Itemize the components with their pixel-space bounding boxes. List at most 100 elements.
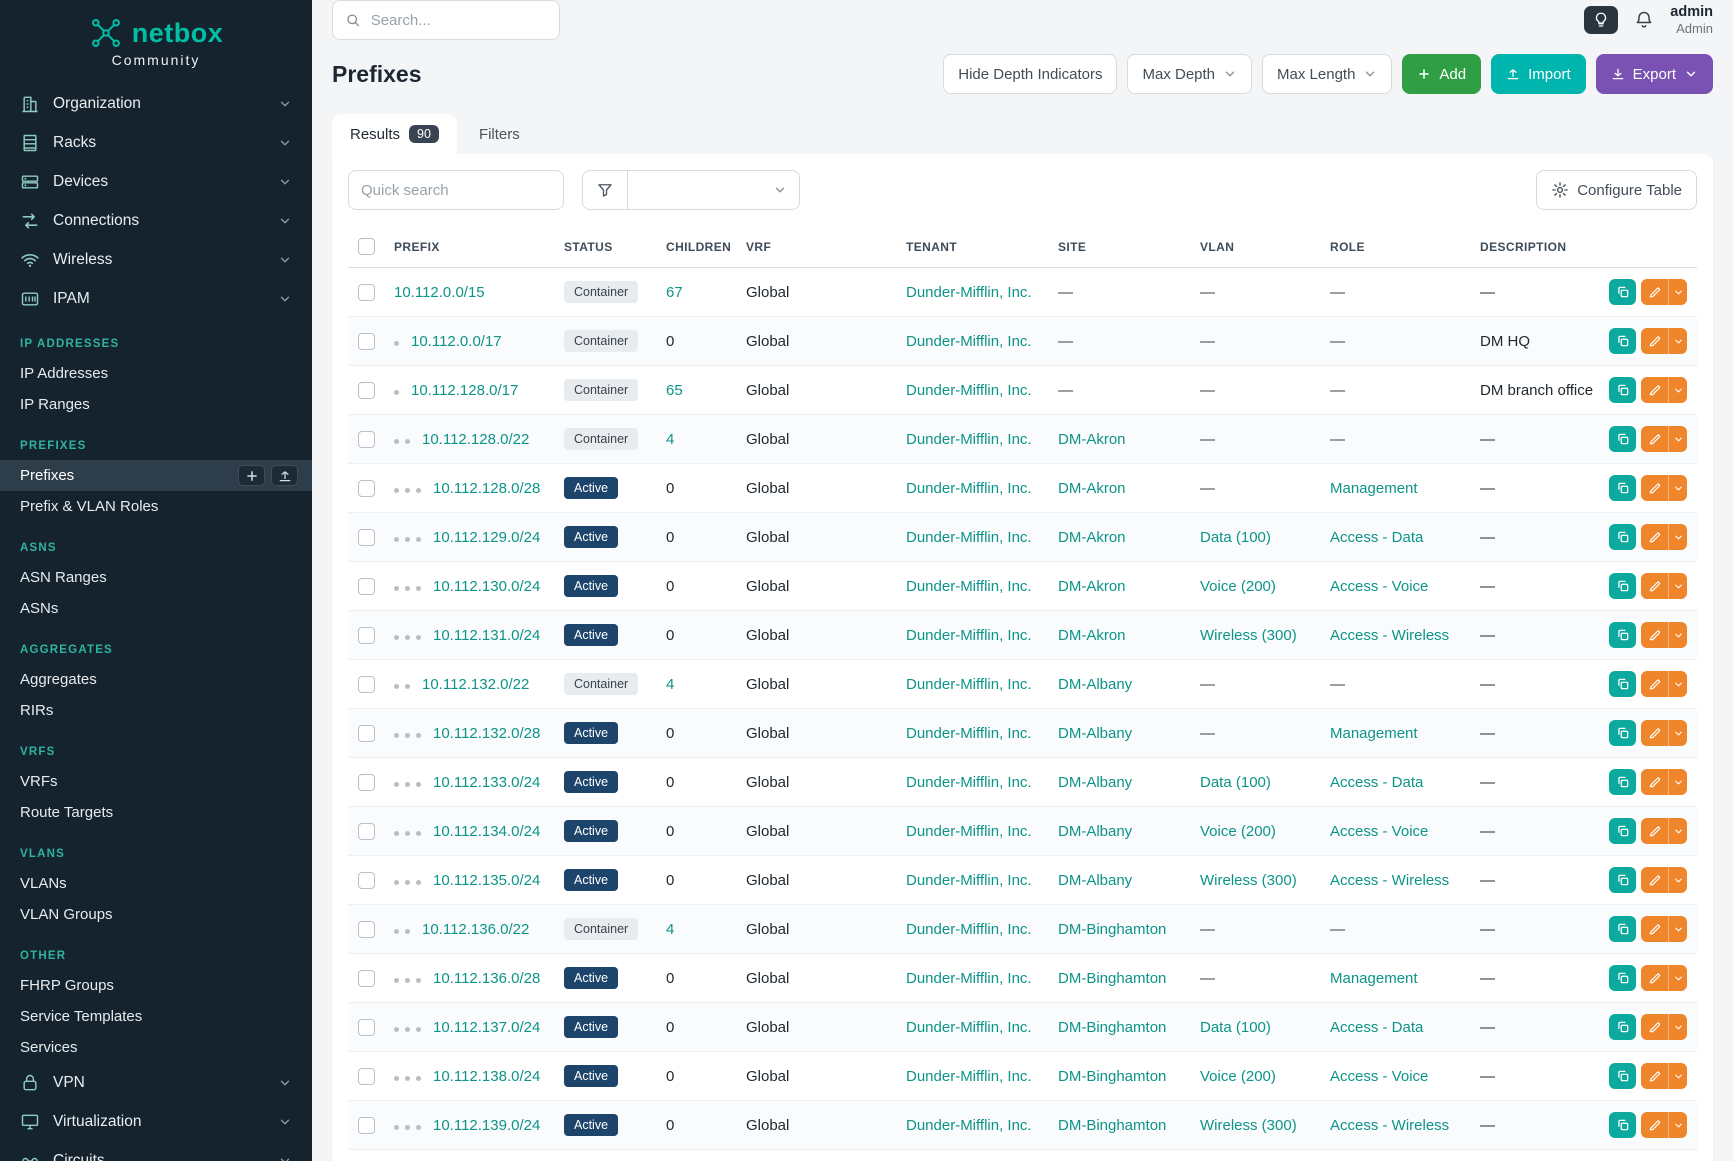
edit-button[interactable] (1641, 818, 1668, 844)
row-checkbox[interactable] (358, 382, 375, 399)
prefix-link[interactable]: 10.112.128.0/22 (422, 431, 529, 448)
site-link[interactable]: DM-Akron (1058, 431, 1126, 448)
column-header-role[interactable]: ROLE (1320, 226, 1470, 268)
sidebar-item-devices[interactable]: Devices (0, 162, 312, 201)
row-checkbox[interactable] (358, 333, 375, 350)
tenant-link[interactable]: Dunder-Mifflin, Inc. (906, 529, 1032, 546)
edit-dropdown-button[interactable] (1668, 671, 1687, 697)
theme-toggle-button[interactable] (1584, 6, 1618, 34)
prefix-link[interactable]: 10.112.131.0/24 (433, 627, 540, 644)
sidebar-item-connections[interactable]: Connections (0, 201, 312, 240)
clone-button[interactable] (1609, 622, 1636, 648)
clone-button[interactable] (1609, 377, 1636, 403)
edit-dropdown-button[interactable] (1668, 279, 1687, 305)
edit-button[interactable] (1641, 769, 1668, 795)
edit-button[interactable] (1641, 524, 1668, 550)
row-checkbox[interactable] (358, 823, 375, 840)
clone-button[interactable] (1609, 720, 1636, 746)
prefix-link[interactable]: 10.112.135.0/24 (433, 872, 540, 889)
logo[interactable]: netbox Community (0, 0, 312, 76)
prefix-link[interactable]: 10.112.136.0/28 (433, 970, 540, 987)
site-link[interactable]: DM-Albany (1058, 725, 1132, 742)
row-checkbox[interactable] (358, 1068, 375, 1085)
column-header-site[interactable]: SITE (1048, 226, 1190, 268)
edit-button[interactable] (1641, 377, 1668, 403)
site-link[interactable]: DM-Binghamton (1058, 1117, 1166, 1134)
saved-filter-select[interactable] (628, 170, 800, 210)
sidebar-item-prefix-vlan-roles[interactable]: Prefix & VLAN Roles (0, 491, 312, 522)
edit-dropdown-button[interactable] (1668, 622, 1687, 648)
site-link[interactable]: DM-Akron (1058, 529, 1126, 546)
row-checkbox[interactable] (358, 725, 375, 742)
vlan-link[interactable]: Wireless (300) (1200, 1117, 1297, 1134)
tenant-link[interactable]: Dunder-Mifflin, Inc. (906, 823, 1032, 840)
row-checkbox[interactable] (358, 872, 375, 889)
sidebar-item-vlans[interactable]: VLANs (0, 868, 312, 899)
prefix-link[interactable]: 10.112.128.0/17 (411, 382, 518, 399)
edit-button[interactable] (1641, 426, 1668, 452)
vlan-link[interactable]: Voice (200) (1200, 823, 1276, 840)
tenant-link[interactable]: Dunder-Mifflin, Inc. (906, 431, 1032, 448)
clone-button[interactable] (1609, 328, 1636, 354)
edit-dropdown-button[interactable] (1668, 916, 1687, 942)
role-link[interactable]: Access - Data (1330, 774, 1423, 791)
sidebar-item-ipam[interactable]: IPAM (0, 279, 312, 318)
sidebar-item-rirs[interactable]: RIRs (0, 695, 312, 726)
row-checkbox[interactable] (358, 921, 375, 938)
prefix-link[interactable]: 10.112.132.0/28 (433, 725, 540, 742)
configure-table-button[interactable]: Configure Table (1536, 170, 1697, 210)
tenant-link[interactable]: Dunder-Mifflin, Inc. (906, 1019, 1032, 1036)
clone-button[interactable] (1609, 965, 1636, 991)
prefix-link[interactable]: 10.112.128.0/28 (433, 480, 540, 497)
sidebar-item-asns[interactable]: ASNs (0, 593, 312, 624)
tenant-link[interactable]: Dunder-Mifflin, Inc. (906, 480, 1032, 497)
edit-dropdown-button[interactable] (1668, 377, 1687, 403)
edit-button[interactable] (1641, 328, 1668, 354)
role-link[interactable]: Access - Wireless (1330, 627, 1449, 644)
row-checkbox[interactable] (358, 774, 375, 791)
row-checkbox[interactable] (358, 970, 375, 987)
edit-dropdown-button[interactable] (1668, 475, 1687, 501)
column-header-vrf[interactable]: VRF (736, 226, 896, 268)
prefix-link[interactable]: 10.112.139.0/24 (433, 1117, 540, 1134)
edit-button[interactable] (1641, 1014, 1668, 1040)
prefix-link[interactable]: 10.112.134.0/24 (433, 823, 540, 840)
sidebar-item-route-targets[interactable]: Route Targets (0, 797, 312, 828)
site-link[interactable]: DM-Binghamton (1058, 1068, 1166, 1085)
edit-button[interactable] (1641, 720, 1668, 746)
sidebar-quick-import-button[interactable] (271, 465, 298, 486)
edit-dropdown-button[interactable] (1668, 818, 1687, 844)
site-link[interactable]: DM-Albany (1058, 872, 1132, 889)
max-depth-dropdown[interactable]: Max Depth (1127, 54, 1252, 94)
prefix-link[interactable]: 10.112.129.0/24 (433, 529, 540, 546)
sidebar-item-aggregates[interactable]: Aggregates (0, 664, 312, 695)
tenant-link[interactable]: Dunder-Mifflin, Inc. (906, 382, 1032, 399)
role-link[interactable]: Access - Wireless (1330, 1117, 1449, 1134)
site-link[interactable]: DM-Binghamton (1058, 1019, 1166, 1036)
prefix-link[interactable]: 10.112.136.0/22 (422, 921, 529, 938)
prefix-link[interactable]: 10.112.132.0/22 (422, 676, 529, 693)
clone-button[interactable] (1609, 1063, 1636, 1089)
clone-button[interactable] (1609, 769, 1636, 795)
edit-dropdown-button[interactable] (1668, 524, 1687, 550)
sidebar-item-prefixes[interactable]: Prefixes (0, 460, 312, 491)
edit-button[interactable] (1641, 965, 1668, 991)
edit-button[interactable] (1641, 573, 1668, 599)
tenant-link[interactable]: Dunder-Mifflin, Inc. (906, 725, 1032, 742)
edit-dropdown-button[interactable] (1668, 867, 1687, 893)
role-link[interactable]: Access - Data (1330, 1019, 1423, 1036)
hide-depth-indicators-button[interactable]: Hide Depth Indicators (943, 54, 1117, 94)
sidebar-item-ip-addresses[interactable]: IP Addresses (0, 358, 312, 389)
tenant-link[interactable]: Dunder-Mifflin, Inc. (906, 333, 1032, 350)
role-link[interactable]: Management (1330, 480, 1418, 497)
sidebar-item-service-templates[interactable]: Service Templates (0, 1001, 312, 1032)
quick-search-input[interactable] (348, 170, 564, 210)
row-checkbox[interactable] (358, 284, 375, 301)
prefix-link[interactable]: 10.112.138.0/24 (433, 1068, 540, 1085)
select-all-checkbox[interactable] (358, 238, 375, 255)
sidebar-item-vrfs[interactable]: VRFs (0, 766, 312, 797)
sidebar-item-organization[interactable]: Organization (0, 84, 312, 123)
edit-button[interactable] (1641, 279, 1668, 305)
site-link[interactable]: DM-Binghamton (1058, 921, 1166, 938)
clone-button[interactable] (1609, 524, 1636, 550)
